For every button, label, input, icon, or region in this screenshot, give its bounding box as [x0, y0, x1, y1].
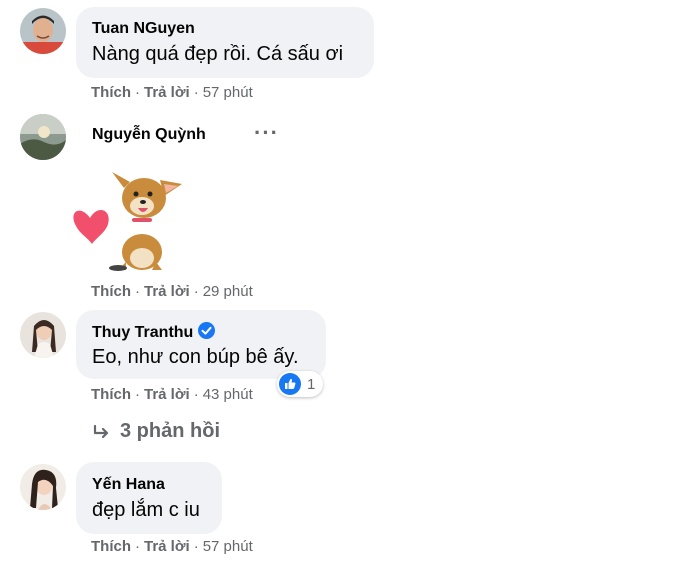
comment-actions: Thích · Trả lời · 29 phút [91, 283, 253, 300]
comment-actions: Thích · Trả lời · 57 phút [91, 84, 253, 101]
like-link[interactable]: Thích [91, 84, 131, 101]
avatar[interactable] [20, 312, 66, 358]
reply-arrow-icon [93, 424, 109, 439]
comment-tuan-nguyen: Tuan NGuyen Nàng quá đẹp rồi. Cá sấu ơi … [0, 0, 700, 110]
like-link[interactable]: Thích [91, 386, 131, 403]
like-link[interactable]: Thích [91, 283, 131, 300]
comment-bubble [76, 462, 222, 534]
comment-actions: Thích · Trả lời · 43 phút [91, 386, 253, 403]
comment-author[interactable]: Thuy Tranthu [92, 324, 193, 341]
avatar[interactable] [20, 8, 66, 54]
verified-badge-icon [198, 322, 216, 339]
comment-text: Eo, như con búp bê ấy. [92, 346, 299, 368]
comment-time[interactable]: 57 phút [203, 538, 253, 555]
comment-author-row: Thuy Tranthu [92, 322, 216, 342]
comment-text: Nàng quá đẹp rồi. Cá sấu ơi [92, 43, 344, 65]
avatar[interactable] [20, 114, 66, 160]
reply-link[interactable]: Trả lời [144, 84, 190, 101]
reaction-summary[interactable]: 1 [277, 371, 324, 397]
comment-yen-hana: Yến Hana đẹp lắm c iu Thích · Trả lời · 57 p… [0, 460, 700, 562]
comment-nguyen-quynh: Nguyễn Quỳnh ··· Thích · Trả lời · 29 phút [0, 110, 700, 310]
comment-actions: Thích · Trả lời · 57 phút [91, 538, 253, 555]
comment-text: đẹp lắm c iu [92, 499, 200, 521]
comment-time[interactable]: 57 phút [203, 84, 253, 101]
reply-link[interactable]: Trả lời [144, 283, 190, 300]
comment-author[interactable]: Tuan NGuyen [92, 20, 195, 38]
comment-time[interactable]: 29 phút [203, 283, 253, 300]
comment-author[interactable]: Yến Hana [92, 476, 165, 494]
reply-link[interactable]: Trả lời [144, 538, 190, 555]
like-link[interactable]: Thích [91, 538, 131, 555]
reply-link[interactable]: Trả lời [144, 386, 190, 403]
view-replies-link[interactable]: 3 phản hồi [92, 420, 220, 443]
like-reaction-icon [279, 373, 301, 395]
comment-thuy-tranthu: Thuy Tranthu Eo, như con búp bê ấy. Thíc… [0, 310, 700, 460]
avatar[interactable] [20, 464, 66, 510]
comment-author[interactable]: Nguyễn Quỳnh [92, 126, 206, 144]
reaction-count: 1 [307, 375, 316, 393]
more-options-icon[interactable]: ··· [254, 120, 279, 146]
corgi-heart-sticker-icon [72, 166, 192, 278]
replies-count-label: 3 phản hồi [120, 420, 220, 442]
comment-time[interactable]: 43 phút [203, 386, 253, 403]
